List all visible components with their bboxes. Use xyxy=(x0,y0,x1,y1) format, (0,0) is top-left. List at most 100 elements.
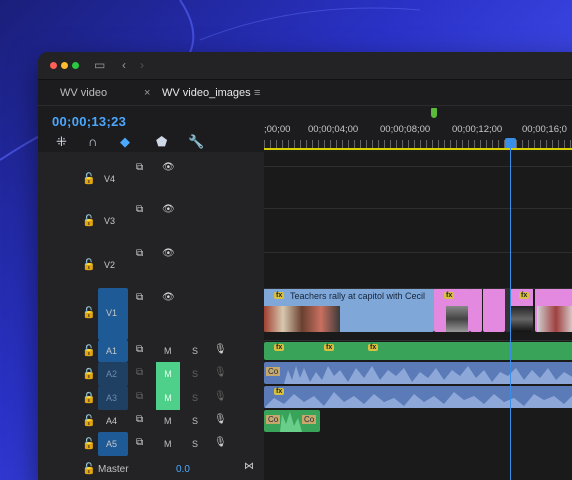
video-clip-pink[interactable]: fx xyxy=(434,288,470,332)
timecode-display[interactable]: 00;00;13;23 xyxy=(52,114,126,129)
lock-icon[interactable]: 🔒 xyxy=(82,391,96,404)
fx-badge: fx xyxy=(324,344,335,351)
title-bar: ▭ ‹ › xyxy=(38,52,572,80)
fx-badge: fx xyxy=(274,292,285,299)
tab-wv-video[interactable]: WV video xyxy=(60,87,107,99)
solo-button[interactable]: S xyxy=(192,416,198,426)
ruler-label: 00;00;12;00 xyxy=(452,124,503,135)
sidebar-toggle-icon[interactable]: ▭ xyxy=(94,58,105,72)
back-arrow-icon[interactable]: ‹ xyxy=(122,58,126,72)
video-clip-pink[interactable] xyxy=(535,288,572,332)
sync-lock-icon[interactable]: ⧉ xyxy=(136,414,143,425)
mute-button-active[interactable]: M xyxy=(156,386,180,410)
track-name: V2 xyxy=(104,260,116,270)
master-volume[interactable]: 0.0 xyxy=(176,464,190,475)
mute-button[interactable]: M xyxy=(164,416,172,426)
playhead[interactable] xyxy=(510,138,511,480)
lock-icon[interactable]: 🔓 xyxy=(82,172,96,185)
lock-icon[interactable]: 🔓 xyxy=(82,306,96,319)
mic-icon[interactable]: 🎙 xyxy=(214,414,227,425)
video-clip-pink[interactable] xyxy=(483,288,505,332)
track-header-a1: 🔓 A1 ⧉ M S 🎙 xyxy=(38,340,264,362)
track-divider xyxy=(264,208,572,209)
track-name: V4 xyxy=(104,174,116,184)
work-area-bar[interactable] xyxy=(264,148,572,150)
linked-selection-icon[interactable]: ∩ xyxy=(88,134,97,149)
lock-icon[interactable]: 🔓 xyxy=(82,214,96,227)
track-name: A3 xyxy=(106,393,118,403)
sync-lock-icon[interactable]: ⧉ xyxy=(136,391,143,402)
go-to-end-icon[interactable]: ⋈ xyxy=(244,461,254,472)
mute-button[interactable]: M xyxy=(164,439,172,449)
lock-icon[interactable]: 🔓 xyxy=(82,462,96,475)
eye-icon[interactable]: 👁 xyxy=(162,162,175,173)
lock-icon[interactable]: 🔒 xyxy=(82,367,96,380)
track-divider xyxy=(264,252,572,253)
sync-lock-icon[interactable]: ⧉ xyxy=(136,292,143,303)
clip-thumbnail xyxy=(511,306,533,332)
mic-icon[interactable]: 🎙 xyxy=(214,367,227,378)
time-ruler[interactable]: ;00;00 00;00;04;00 00;00;08;00 00;00;12;… xyxy=(264,106,572,152)
sync-lock-icon[interactable]: ⧉ xyxy=(136,367,143,378)
sync-lock-icon[interactable]: ⧉ xyxy=(136,437,143,448)
video-clip-pink[interactable] xyxy=(470,288,482,332)
sequence-tabs: WV video × WV video_images ≡ xyxy=(38,80,572,106)
clip-thumbnail xyxy=(446,306,468,332)
mute-button-active[interactable]: M xyxy=(156,362,180,386)
premiere-window: ▭ ‹ › WV video × WV video_images ≡ 00;00… xyxy=(38,52,572,480)
clip-title: Teachers rally at capitol with Cecil xyxy=(290,291,426,301)
video-clip-pink[interactable]: fx xyxy=(511,288,533,332)
audio-clip-a2[interactable]: Co xyxy=(264,362,572,384)
ruler-label: 00;00;16;0 xyxy=(522,124,567,135)
clip-thumbnail xyxy=(537,306,572,332)
wrench-icon[interactable]: 🔧 xyxy=(188,134,204,150)
audio-clip-a3[interactable]: fx xyxy=(264,386,572,408)
minimize-window-button[interactable] xyxy=(61,62,68,69)
solo-button[interactable]: S xyxy=(192,369,198,379)
mic-icon[interactable]: 🎙 xyxy=(214,344,227,355)
audio-clip-a1[interactable]: fx fx fx xyxy=(264,342,572,360)
tab-menu-icon[interactable]: ≡ xyxy=(254,87,260,99)
solo-button[interactable]: S xyxy=(192,439,198,449)
snap-icon[interactable]: ⁜ xyxy=(56,134,67,150)
track-divider xyxy=(264,166,572,167)
tab-close-icon[interactable]: × xyxy=(144,87,150,99)
track-header-a4: 🔓 A4 ⧉ M S 🎙 xyxy=(38,410,264,432)
timeline-tracks[interactable]: fx Teachers rally at capitol with Cecil … xyxy=(264,152,572,480)
solo-button[interactable]: S xyxy=(192,346,198,356)
track-header-a2: 🔒 A2 ⧉ M S 🎙 xyxy=(38,362,264,386)
video-clip[interactable]: fx Teachers rally at capitol with Cecil xyxy=(264,288,434,332)
sync-lock-icon[interactable]: ⧉ xyxy=(136,248,143,259)
close-window-button[interactable] xyxy=(50,62,57,69)
eye-icon[interactable]: 👁 xyxy=(162,204,175,215)
timeline-tools: ⁜ ∩ ◆ ⬟ 🔧 xyxy=(52,134,252,154)
sync-lock-icon[interactable]: ⧉ xyxy=(136,344,143,355)
eye-icon[interactable]: 👁 xyxy=(162,292,175,303)
mute-button[interactable]: M xyxy=(164,346,172,356)
lock-icon[interactable]: 🔓 xyxy=(82,437,96,450)
forward-arrow-icon[interactable]: › xyxy=(140,58,144,72)
sequence-marker[interactable] xyxy=(431,108,437,118)
lock-icon[interactable]: 🔓 xyxy=(82,258,96,271)
mic-icon[interactable]: 🎙 xyxy=(214,437,227,448)
marker-icon[interactable]: ⬟ xyxy=(156,134,167,150)
sync-lock-icon[interactable]: ⧉ xyxy=(136,204,143,215)
track-divider xyxy=(264,288,572,289)
lock-icon[interactable]: 🔓 xyxy=(82,414,96,427)
track-name: A5 xyxy=(106,439,118,449)
track-headers: 🔓 V4 ⧉ 👁 🔓 V3 ⧉ 👁 🔓 V2 ⧉ 👁 🔓 V1 ⧉ 👁 🔓 A1… xyxy=(38,152,264,480)
track-header-a5: 🔓 A5 ⧉ M S 🎙 xyxy=(38,432,264,456)
fx-badge: fx xyxy=(368,344,379,351)
tab-wv-video-images[interactable]: WV video_images xyxy=(162,87,251,99)
add-marker-tool-icon[interactable]: ◆ xyxy=(120,134,130,150)
audio-clip-a4[interactable]: Co Co xyxy=(264,410,320,432)
ruler-label: 00;00;04;00 xyxy=(308,124,359,135)
lock-icon[interactable]: 🔓 xyxy=(82,344,96,357)
audio-waveform xyxy=(280,412,302,432)
audio-waveform xyxy=(264,392,572,408)
solo-button[interactable]: S xyxy=(192,393,198,403)
eye-icon[interactable]: 👁 xyxy=(162,248,175,259)
mic-icon[interactable]: 🎙 xyxy=(214,391,227,402)
zoom-window-button[interactable] xyxy=(72,62,79,69)
sync-lock-icon[interactable]: ⧉ xyxy=(136,162,143,173)
